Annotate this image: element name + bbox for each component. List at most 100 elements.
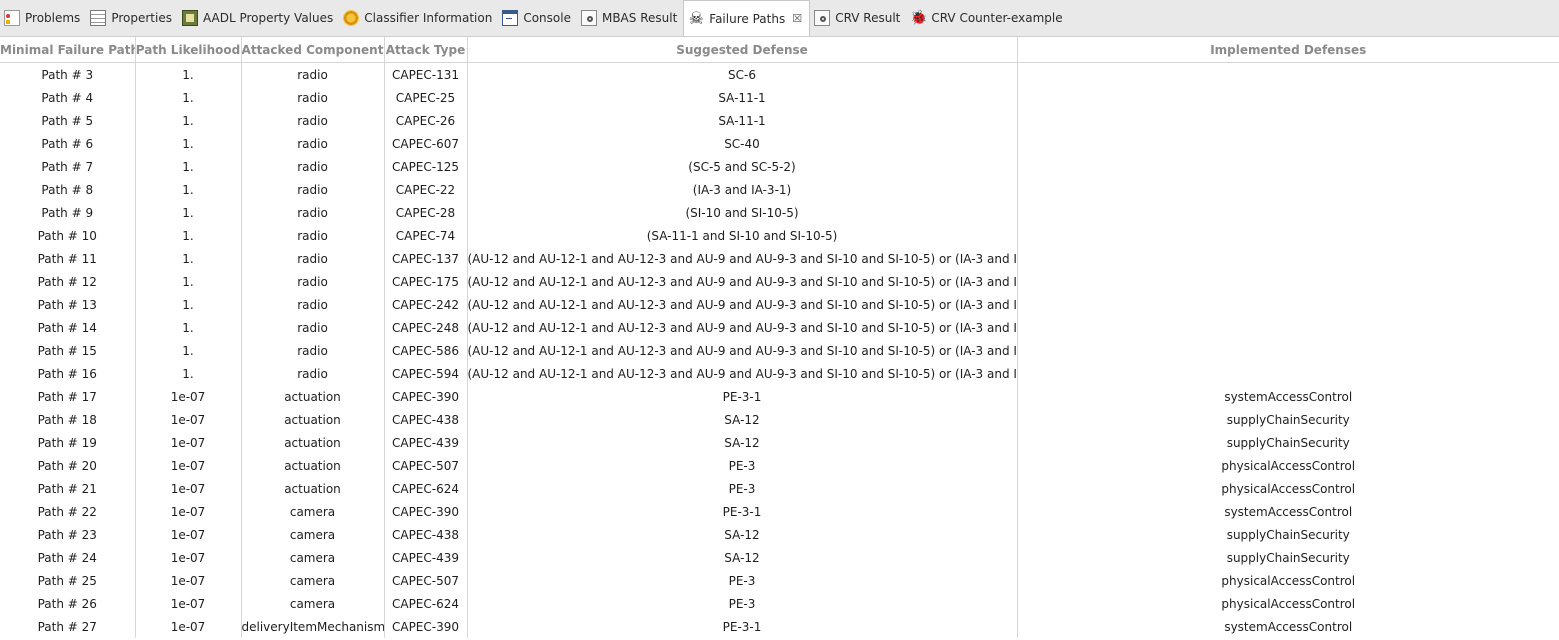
component-cell: radio <box>241 224 385 247</box>
column-header-minimal-failure-path[interactable]: Minimal Failure Path <box>0 37 136 63</box>
tab-properties[interactable]: Properties <box>86 0 178 36</box>
table-row[interactable]: Path # 10 1. radio CAPEC-74 (SA-11-1 and SI-… <box>0 224 1559 247</box>
implemented-defense-cell: physicalAccessControl <box>1221 458 1356 473</box>
table-row[interactable]: Path # 9 1. radio CAPEC-28 (SI-10 and SI-10-… <box>0 201 1559 224</box>
attack-type-cell: CAPEC-439 <box>384 546 468 569</box>
suggested-defense-cell: (AU-12 and AU-12-1 and AU-12-3 and AU-9 … <box>467 339 1018 362</box>
implemented-defense-cell <box>1017 293 1559 316</box>
likelihood-cell: 1e-07 <box>135 408 242 431</box>
table-row[interactable]: Path # 16 1. radio CAPEC-594 (AU-12 and AU-1… <box>0 362 1559 385</box>
component-cell: radio <box>241 270 385 293</box>
likelihood-cell: 1. <box>135 316 242 339</box>
tab-crv-result[interactable]: CRV Result <box>810 0 906 36</box>
table-body: Path # 3 1. radio CAPEC-131 SC-6 Path # 4 1. ra… <box>0 62 1559 638</box>
attack-type-cell: CAPEC-624 <box>384 477 468 500</box>
table-row[interactable]: Path # 24 1e-07 camera CAPEC-439 SA-12 supply… <box>0 546 1559 569</box>
path-cell: Path # 13 <box>0 293 136 316</box>
suggested-defense-cell: SC-40 <box>467 132 1018 155</box>
component-cell: camera <box>241 500 385 523</box>
tab-failure-paths[interactable]: ☠ Failure Paths ☒ <box>683 0 811 36</box>
attack-type-cell: CAPEC-624 <box>384 592 468 615</box>
implemented-defense-cell <box>1017 132 1559 155</box>
attack-type-cell: CAPEC-22 <box>384 178 468 201</box>
attack-type-cell: CAPEC-507 <box>384 569 468 592</box>
tab-label: CRV Result <box>835 11 901 25</box>
tab-label: Problems <box>25 11 81 25</box>
column-header-attacked-component[interactable]: Attacked Component <box>241 37 385 63</box>
component-cell: radio <box>241 62 385 86</box>
table-row[interactable]: Path # 20 1e-07 actuation CAPEC-507 PE-3 phys… <box>0 454 1559 477</box>
component-cell: radio <box>241 178 385 201</box>
table-row[interactable]: Path # 21 1e-07 actuation CAPEC-624 PE-3 phys… <box>0 477 1559 500</box>
table-row[interactable]: Path # 13 1. radio CAPEC-242 (AU-12 and AU-1… <box>0 293 1559 316</box>
attack-type-cell: CAPEC-438 <box>384 523 468 546</box>
attack-type-cell: CAPEC-74 <box>384 224 468 247</box>
implemented-defense-cell <box>1017 339 1559 362</box>
component-cell: radio <box>241 316 385 339</box>
failure-paths-table: Minimal Failure Path Path Likelihood Att… <box>0 37 1559 638</box>
suggested-defense-cell: PE-3 <box>467 592 1018 615</box>
table-row[interactable]: Path # 18 1e-07 actuation CAPEC-438 SA-12 sup… <box>0 408 1559 431</box>
column-header-suggested-defense[interactable]: Suggested Defense <box>467 37 1018 63</box>
component-cell: camera <box>241 569 385 592</box>
table-row[interactable]: Path # 4 1. radio CAPEC-25 SA-11-1 <box>0 86 1559 109</box>
likelihood-cell: 1. <box>135 132 242 155</box>
table-row[interactable]: Path # 6 1. radio CAPEC-607 SC-40 <box>0 132 1559 155</box>
suggested-defense-cell: SA-12 <box>467 431 1018 454</box>
table-row[interactable]: Path # 23 1e-07 camera CAPEC-438 SA-12 supply… <box>0 523 1559 546</box>
column-header-attack-type[interactable]: Attack Type <box>384 37 468 63</box>
column-header-implemented-defenses[interactable]: Implemented Defenses <box>1017 37 1559 63</box>
failure-paths-table-container: Minimal Failure Path Path Likelihood Att… <box>0 37 1559 640</box>
tab-aadl-property-values[interactable]: AADL Property Values <box>178 0 339 36</box>
suggested-defense-cell: SA-12 <box>467 546 1018 569</box>
suggested-defense-cell: (AU-12 and AU-12-1 and AU-12-3 and AU-9 … <box>467 270 1018 293</box>
path-cell: Path # 5 <box>0 109 136 132</box>
component-cell: radio <box>241 132 385 155</box>
table-row[interactable]: Path # 19 1e-07 actuation CAPEC-439 SA-12 sup… <box>0 431 1559 454</box>
column-header-path-likelihood[interactable]: Path Likelihood <box>135 37 242 63</box>
tab-problems[interactable]: Problems <box>0 0 86 36</box>
table-row[interactable]: Path # 3 1. radio CAPEC-131 SC-6 <box>0 62 1559 86</box>
tab-crv-counter-example[interactable]: 🐞 CRV Counter-example <box>906 0 1068 36</box>
table-row[interactable]: Path # 8 1. radio CAPEC-22 (IA-3 and IA-3-1) <box>0 178 1559 201</box>
table-row[interactable]: Path # 11 1. radio CAPEC-137 (AU-12 and AU-1… <box>0 247 1559 270</box>
table-row[interactable]: Path # 7 1. radio CAPEC-125 (SC-5 and SC-5-2… <box>0 155 1559 178</box>
path-cell: Path # 17 <box>0 385 136 408</box>
implemented-defense-cell <box>1017 362 1559 385</box>
table-row[interactable]: Path # 12 1. radio CAPEC-175 (AU-12 and AU-1… <box>0 270 1559 293</box>
suggested-defense-cell: PE-3 <box>467 454 1018 477</box>
component-cell: actuation <box>241 431 385 454</box>
close-icon[interactable]: ☒ <box>791 12 803 25</box>
table-row[interactable]: Path # 22 1e-07 camera CAPEC-390 PE-3-1 syste… <box>0 500 1559 523</box>
table-row[interactable]: Path # 5 1. radio CAPEC-26 SA-11-1 <box>0 109 1559 132</box>
table-row[interactable]: Path # 27 1e-07 deliveryItemMechanism CAPEC… <box>0 615 1559 638</box>
tab-label: AADL Property Values <box>202 11 334 25</box>
attack-type-cell: CAPEC-175 <box>384 270 468 293</box>
component-cell: radio <box>241 362 385 385</box>
attack-type-cell: CAPEC-390 <box>384 615 468 638</box>
implemented-defense-cell: systemAccessControl <box>1224 619 1353 634</box>
likelihood-cell: 1e-07 <box>135 454 242 477</box>
table-row[interactable]: Path # 17 1e-07 actuation CAPEC-390 PE-3-1 sy… <box>0 385 1559 408</box>
implemented-defense-cell: supplyChainSecurity <box>1226 435 1350 450</box>
suggested-defense-cell: SA-11-1 <box>467 86 1018 109</box>
likelihood-cell: 1e-07 <box>135 431 242 454</box>
attack-type-cell: CAPEC-131 <box>384 62 468 86</box>
table-row[interactable]: Path # 25 1e-07 camera CAPEC-507 PE-3 physica… <box>0 569 1559 592</box>
suggested-defense-cell: PE-3-1 <box>467 615 1018 638</box>
path-cell: Path # 21 <box>0 477 136 500</box>
attack-type-cell: CAPEC-594 <box>384 362 468 385</box>
likelihood-cell: 1. <box>135 270 242 293</box>
path-cell: Path # 8 <box>0 178 136 201</box>
likelihood-cell: 1. <box>135 109 242 132</box>
table-row[interactable]: Path # 14 1. radio CAPEC-248 (AU-12 and AU-1… <box>0 316 1559 339</box>
table-row[interactable]: Path # 15 1. radio CAPEC-586 (AU-12 and AU-1… <box>0 339 1559 362</box>
tab-console[interactable]: Console <box>498 0 577 36</box>
tab-mbas-result[interactable]: MBAS Result <box>577 0 683 36</box>
tab-classifier-information[interactable]: Classifier Information <box>339 0 498 36</box>
table-row[interactable]: Path # 26 1e-07 camera CAPEC-624 PE-3 physica… <box>0 592 1559 615</box>
properties-icon <box>90 10 107 26</box>
tab-label: Classifier Information <box>364 11 493 25</box>
problems-icon <box>4 10 20 26</box>
suggested-defense-cell: (AU-12 and AU-12-1 and AU-12-3 and AU-9 … <box>467 247 1018 270</box>
